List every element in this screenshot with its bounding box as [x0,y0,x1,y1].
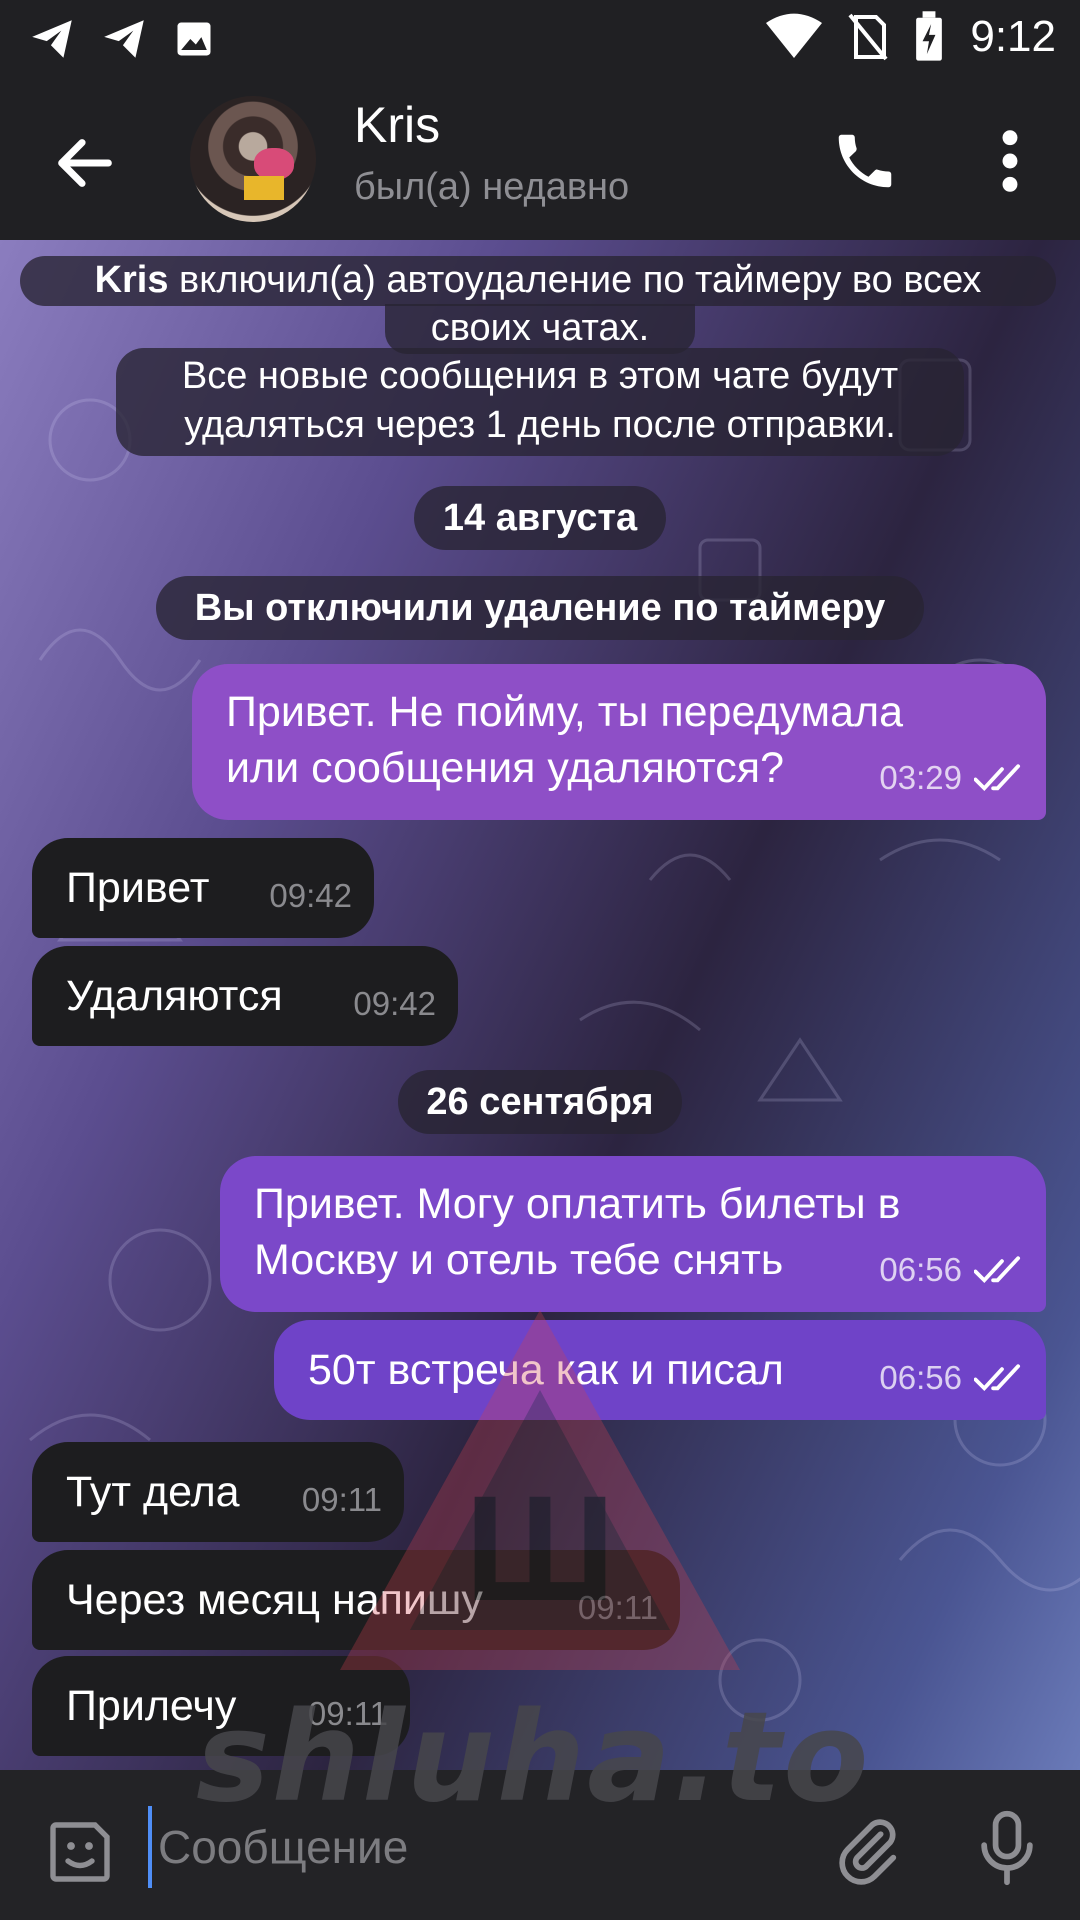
service-autodelete-line3: Все новые сообщения в этом чате будут [181,355,899,397]
message-time: 09:11 [301,1481,382,1518]
message-text: Привет. Могу оплатить билеты в Москву и … [254,1176,901,1288]
message-bubble-incoming[interactable]: Привет 09:42 [32,838,374,938]
message-bubble-outgoing[interactable]: Привет. Могу оплатить билеты в Москву и … [220,1156,1046,1312]
message-bubble-incoming[interactable]: Прилечу 09:11 [32,1656,410,1756]
message-time: 06:56 [879,1359,962,1396]
service-autodelete-name: Kris [94,259,169,301]
message-time: 09:11 [307,1695,388,1732]
service-message-autodelete-cont: своих чатах. [385,304,695,354]
status-time: 9:12 [970,12,1056,61]
message-bubble-outgoing[interactable]: 50т встреча как и писал 06:56 [274,1320,1046,1420]
double-check-icon [974,1364,1021,1392]
contact-status: был(а) недавно [354,166,630,208]
message-meta: 06:56 [879,1242,1024,1298]
message-text: Прилечу [66,1682,237,1730]
date-separator: 14 августа [414,486,666,550]
service-autodelete-line4: удаляться через 1 день после отправки. [184,404,896,446]
message-text: Привет [66,864,210,912]
wifi-icon [766,13,823,58]
service-autodelete-line1: включил(а) автоудаление по таймеру во вс… [168,259,982,301]
service-message-autodelete-rules: Все новые сообщения в этом чате будут уд… [116,348,964,456]
double-check-icon [974,764,1021,792]
message-text: Привет. Не пойму, ты передумала или сооб… [226,684,903,796]
service-message-timer-off: Вы отключили удаление по таймеру [156,576,924,640]
service-autodelete-line2: своих чатах. [430,307,650,349]
attach-icon[interactable] [830,1812,906,1888]
chat-area[interactable]: Kris включил(а) автоудаление по таймеру … [0,240,1080,1770]
message-input[interactable] [148,1806,800,1888]
message-meta: 06:56 [879,1350,1024,1406]
message-line: Привет. Могу оплатить билеты в [254,1180,901,1228]
message-time: 06:56 [879,1251,962,1288]
status-left-icons [28,14,216,64]
message-bubble-incoming[interactable]: Удаляются 09:42 [32,946,458,1046]
sticker-icon[interactable] [44,1816,116,1888]
message-meta: 03:29 [879,750,1024,806]
message-time: 09:42 [353,985,436,1022]
message-time: 03:29 [879,759,962,796]
battery-charging-icon [916,11,943,61]
message-input-bar [0,1770,1080,1920]
message-time: 09:11 [577,1589,658,1626]
message-line: Москву и отель тебе снять [254,1236,784,1284]
chat-header: Kris был(а) недавно [0,80,1080,240]
message-line: или сообщения удаляются? [226,744,784,792]
message-text: Удаляются [66,972,283,1020]
service-timer-off-text: Вы отключили удаление по таймеру [194,587,886,629]
status-right-icons: 9:12 [766,10,1056,64]
telegram-icon [32,20,72,58]
no-sim-icon [848,13,888,61]
message-text: Тут дела [66,1468,240,1516]
message-text: 50т встреча как и писал [308,1346,784,1394]
double-check-icon [974,1256,1021,1284]
image-icon [177,22,211,56]
date-separator: 26 сентября [398,1070,682,1134]
back-arrow-icon[interactable] [50,128,120,198]
message-time: 09:42 [269,877,352,914]
message-bubble-outgoing[interactable]: Привет. Не пойму, ты передумала или сооб… [192,664,1046,820]
mic-icon[interactable] [972,1808,1042,1888]
more-vert-icon[interactable] [980,126,1040,196]
phone-icon[interactable] [830,126,900,196]
service-message-autodelete: Kris включил(а) автоудаление по таймеру … [20,256,1056,306]
message-text: Через месяц напишу [66,1576,483,1624]
message-bubble-incoming[interactable]: Через месяц напишу 09:11 [32,1550,680,1650]
message-bubble-incoming[interactable]: Тут дела 09:11 [32,1442,404,1542]
avatar[interactable] [190,96,316,222]
contact-name[interactable]: Kris [354,96,440,154]
message-line: Привет. Не пойму, ты передумала [226,688,903,736]
status-bar: 9:12 [0,0,1080,80]
telegram-icon [104,20,144,58]
